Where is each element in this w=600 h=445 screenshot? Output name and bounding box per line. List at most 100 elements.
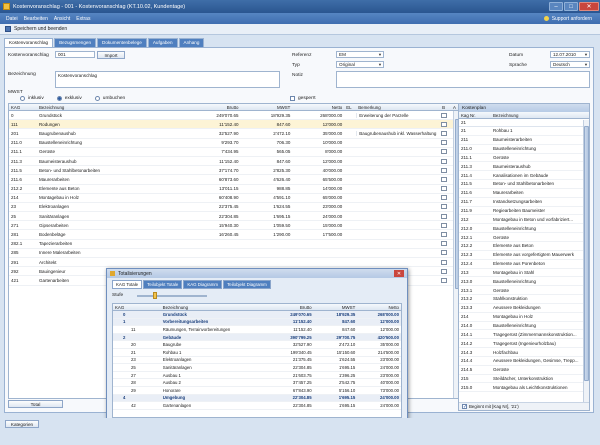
- tab-aufgaben[interactable]: Aufgaben: [147, 38, 178, 47]
- list-item[interactable]: 211.6 Maurerarbeiten: [459, 189, 589, 198]
- col-bemerkung[interactable]: Bemerkung: [356, 105, 438, 110]
- col-netto[interactable]: Netto: [292, 105, 344, 110]
- list-item[interactable]: 213 Montagebau in Stahl: [459, 269, 589, 278]
- document-icon[interactable]: [440, 158, 447, 164]
- table-row[interactable]: 29 Honorare 67'843.90 5'156.10 73'000.00: [113, 387, 401, 395]
- cell-netto[interactable]: 268'000.00: [292, 113, 344, 118]
- cell-netto[interactable]: 12'000.00: [292, 122, 344, 127]
- cell-mwst[interactable]: 1'624.55: [240, 204, 292, 209]
- tcell-kag[interactable]: 28: [113, 380, 161, 385]
- table-row[interactable]: 201 Baugrubenaushub 32'527.90 2'472.10 35'00…: [9, 129, 460, 139]
- menu-bearbeiten[interactable]: Bearbeiten: [24, 16, 48, 22]
- cell-b[interactable]: [438, 167, 449, 173]
- kategorien-button[interactable]: Kategorien: [5, 420, 39, 428]
- document-icon[interactable]: [440, 186, 447, 192]
- cell-b[interactable]: [438, 250, 449, 256]
- list-item[interactable]: 211.7 Instandsetzungsarbeiten: [459, 198, 589, 207]
- document-icon[interactable]: [440, 213, 447, 219]
- table-row[interactable]: 281 Bodenbeläge 16'260.45 1'290.00 17'500.00: [9, 230, 460, 240]
- cell-mwst[interactable]: 1'059.50: [240, 223, 292, 228]
- list-item[interactable]: 212.0 Baustelleneinrichtung: [459, 224, 589, 234]
- cell-brutto[interactable]: 32'527.90: [189, 131, 241, 136]
- cell-kag[interactable]: 211.5: [9, 168, 37, 173]
- document-icon[interactable]: [440, 112, 447, 118]
- cell-bezeichnung[interactable]: Architekt: [37, 260, 189, 265]
- mwst-umbuchen-radio[interactable]: [94, 96, 100, 101]
- list-item[interactable]: 212.4 Elemente aus Porenbeton: [459, 260, 589, 269]
- sprache-select[interactable]: Deutsch ▼: [550, 61, 590, 68]
- cell-brutto[interactable]: 11'152.40: [189, 122, 241, 127]
- cell-kag[interactable]: 25: [9, 214, 37, 219]
- list-item[interactable]: 212.1 Gerüste: [459, 233, 589, 242]
- cell-mwst[interactable]: 4'591.10: [240, 195, 292, 200]
- table-row[interactable]: 42 Gartenanlagen 22'304.85 1'695.15 24'000.0…: [113, 402, 401, 410]
- tcol-netto[interactable]: Netto: [357, 305, 401, 310]
- menu-ansicht[interactable]: Ansicht: [54, 16, 70, 22]
- mwst-exklusiv-radio[interactable]: [56, 96, 62, 101]
- document-icon[interactable]: [440, 167, 447, 173]
- tcol-brutto[interactable]: Brutto: [270, 305, 314, 310]
- tab-bezugsmengen[interactable]: Bezugsmengen: [54, 38, 97, 47]
- list-item[interactable]: 214.2 Tragegerüst (Ingenieurholzbau): [459, 339, 589, 349]
- table-row[interactable]: 1 Vorbereitungsarbeiten 11'152.40 847.60 12'…: [113, 318, 401, 327]
- kv-number-field[interactable]: 001: [55, 51, 95, 58]
- gesperrt-checkbox[interactable]: [290, 96, 295, 101]
- document-icon[interactable]: [440, 195, 447, 201]
- cell-netto[interactable]: 12'000.00: [292, 159, 344, 164]
- tab-anhang[interactable]: Anhang: [178, 38, 205, 47]
- cell-netto[interactable]: 65'500.00: [292, 177, 344, 182]
- list-item[interactable]: 21 Rohbau 1: [459, 127, 589, 136]
- document-icon[interactable]: [440, 250, 447, 256]
- tcol-kag[interactable]: KAG: [113, 305, 161, 310]
- list-item[interactable]: 215.0 Montagebau als Leichtkonstruktionen: [459, 383, 589, 393]
- scrollbar-thumb[interactable]: [584, 126, 589, 381]
- kostenplan-scrollbar[interactable]: [583, 120, 589, 402]
- tcell-kag[interactable]: 25: [113, 365, 161, 370]
- datum-picker[interactable]: 12.07.2010 ▼: [550, 51, 590, 58]
- cell-bezeichnung[interactable]: Bodenbeläge: [37, 232, 189, 237]
- cell-b[interactable]: [438, 140, 449, 146]
- document-icon[interactable]: [440, 176, 447, 182]
- cell-mwst[interactable]: 847.60: [240, 122, 292, 127]
- cell-kag[interactable]: 211.6: [9, 177, 37, 182]
- cell-netto[interactable]: 8'000.00: [292, 149, 344, 154]
- notiz-field[interactable]: [336, 71, 590, 88]
- cell-mwst[interactable]: 18'929.35: [240, 113, 292, 118]
- stufe-slider[interactable]: [137, 291, 208, 299]
- cell-netto[interactable]: 35'000.00: [292, 131, 344, 136]
- tcell-kag[interactable]: 29: [113, 388, 161, 393]
- cell-b[interactable]: [438, 222, 449, 228]
- minimize-icon[interactable]: –: [549, 2, 563, 11]
- table-row[interactable]: 291 Architekt: [9, 258, 460, 268]
- cell-brutto[interactable]: 16'260.45: [189, 232, 241, 237]
- cell-b[interactable]: [438, 176, 449, 182]
- cell-netto[interactable]: 23'000.00: [292, 204, 344, 209]
- list-item[interactable]: 214.0 Baustelleneinrichtung: [459, 322, 589, 331]
- tab-kostenvoranschlag[interactable]: Kostenvoranschlag: [4, 38, 54, 47]
- cell-b[interactable]: [438, 112, 449, 118]
- cell-kag[interactable]: 212.2: [9, 186, 37, 191]
- cell-bezeichnung[interactable]: Gipserarbeiten: [37, 223, 189, 228]
- bezeichnung-field[interactable]: Kostenvoranschlag: [55, 71, 280, 88]
- kp-col-bezeichnung[interactable]: Bezeichnung: [491, 113, 581, 118]
- mwst-inklusiv-radio[interactable]: [20, 96, 25, 101]
- document-icon[interactable]: [440, 241, 447, 247]
- menu-datei[interactable]: Datei: [6, 16, 18, 22]
- table-row[interactable]: 23 Elektroanlagen 22'375.45 1'624.55 23'000.…: [9, 203, 460, 213]
- cell-netto[interactable]: 14'000.00: [292, 186, 344, 191]
- list-item[interactable]: 213.3 Aeussere Bekleidungen: [459, 304, 589, 313]
- cell-mwst[interactable]: 1'290.00: [240, 232, 292, 237]
- cell-b[interactable]: [438, 232, 449, 238]
- cell-b[interactable]: [438, 277, 449, 283]
- cell-kag[interactable]: 291: [9, 260, 37, 265]
- cell-bemerkung[interactable]: Baugrubenaushub inkl. Wasserhaltung: [356, 130, 438, 136]
- slider-handle[interactable]: [153, 291, 158, 299]
- document-icon[interactable]: [440, 140, 447, 146]
- cell-bezeichnung[interactable]: Baugrubenaushub: [37, 131, 189, 136]
- cell-netto[interactable]: 10'000.00: [292, 140, 344, 145]
- cell-kag[interactable]: 0: [9, 113, 37, 118]
- cell-bezeichnung[interactable]: Beton- und Stahlbetonarbeiten: [37, 168, 189, 173]
- table-row[interactable]: 4 Umgebung 22'304.85 1'695.15 24'000.00: [113, 394, 401, 403]
- cell-b[interactable]: [438, 213, 449, 219]
- cell-brutto[interactable]: 60'408.90: [189, 195, 241, 200]
